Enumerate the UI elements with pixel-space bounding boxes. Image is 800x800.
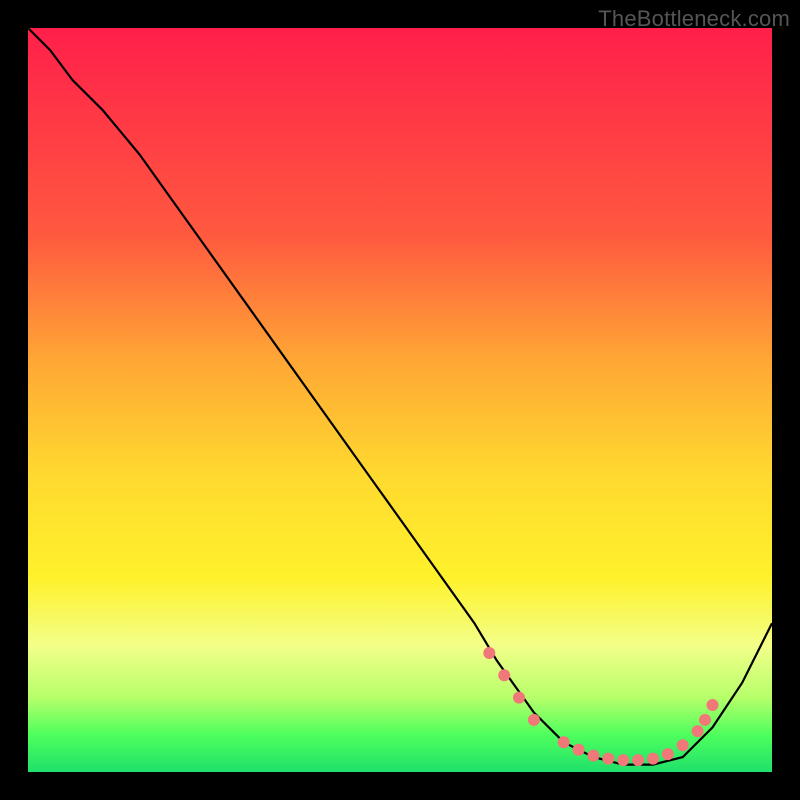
marker-dot xyxy=(662,748,674,760)
marker-dot xyxy=(498,669,510,681)
marker-dot xyxy=(692,725,704,737)
marker-dot xyxy=(558,736,570,748)
marker-dot xyxy=(573,744,585,756)
marker-dot xyxy=(617,754,629,766)
marker-dots xyxy=(483,647,718,766)
marker-dot xyxy=(483,647,495,659)
chart-overlay xyxy=(28,28,772,772)
marker-dot xyxy=(587,750,599,762)
marker-dot xyxy=(513,692,525,704)
marker-dot xyxy=(602,753,614,765)
watermark-text: TheBottleneck.com xyxy=(598,6,790,32)
marker-dot xyxy=(699,714,711,726)
chart-frame: TheBottleneck.com xyxy=(0,0,800,800)
bottleneck-curve xyxy=(28,28,772,765)
marker-dot xyxy=(632,754,644,766)
marker-dot xyxy=(647,753,659,765)
marker-dot xyxy=(677,739,689,751)
marker-dot xyxy=(707,699,719,711)
marker-dot xyxy=(528,714,540,726)
